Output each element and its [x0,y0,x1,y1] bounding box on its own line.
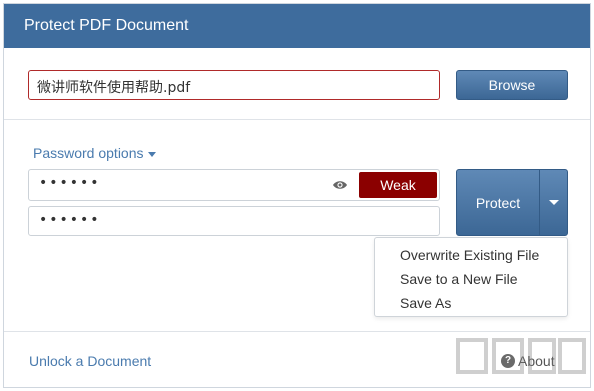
confirm-password-value: •••••• [39,212,101,228]
protect-options-toggle[interactable] [540,170,567,235]
menu-item-save-as[interactable]: Save As [400,295,451,311]
unlock-document-link[interactable]: Unlock a Document [29,353,151,369]
eye-icon[interactable] [332,179,348,191]
title-bar: Protect PDF Document [4,4,590,48]
menu-item-overwrite[interactable]: Overwrite Existing File [400,247,539,263]
watermark-logo [456,338,586,374]
file-path-input[interactable]: 微讲师软件使用帮助.pdf [28,70,440,100]
password-field[interactable]: •••••• Weak [28,169,440,201]
password-options-label: Password options [33,145,144,161]
password-options-dropdown[interactable]: Password options [33,145,156,161]
menu-item-save-new[interactable]: Save to a New File [400,271,518,287]
password-value: •••••• [39,175,101,191]
caret-down-icon [548,200,559,205]
browse-button[interactable]: Browse [456,70,568,100]
window-title: Protect PDF Document [24,17,189,34]
protect-split-button: Protect [456,169,568,236]
save-options-menu: Overwrite Existing File Save to a New Fi… [374,237,568,317]
caret-down-icon [147,151,156,157]
confirm-password-field[interactable]: •••••• [28,206,440,236]
password-strength-badge: Weak [359,172,437,198]
protect-button[interactable]: Protect [457,170,540,235]
section-divider [4,119,590,120]
